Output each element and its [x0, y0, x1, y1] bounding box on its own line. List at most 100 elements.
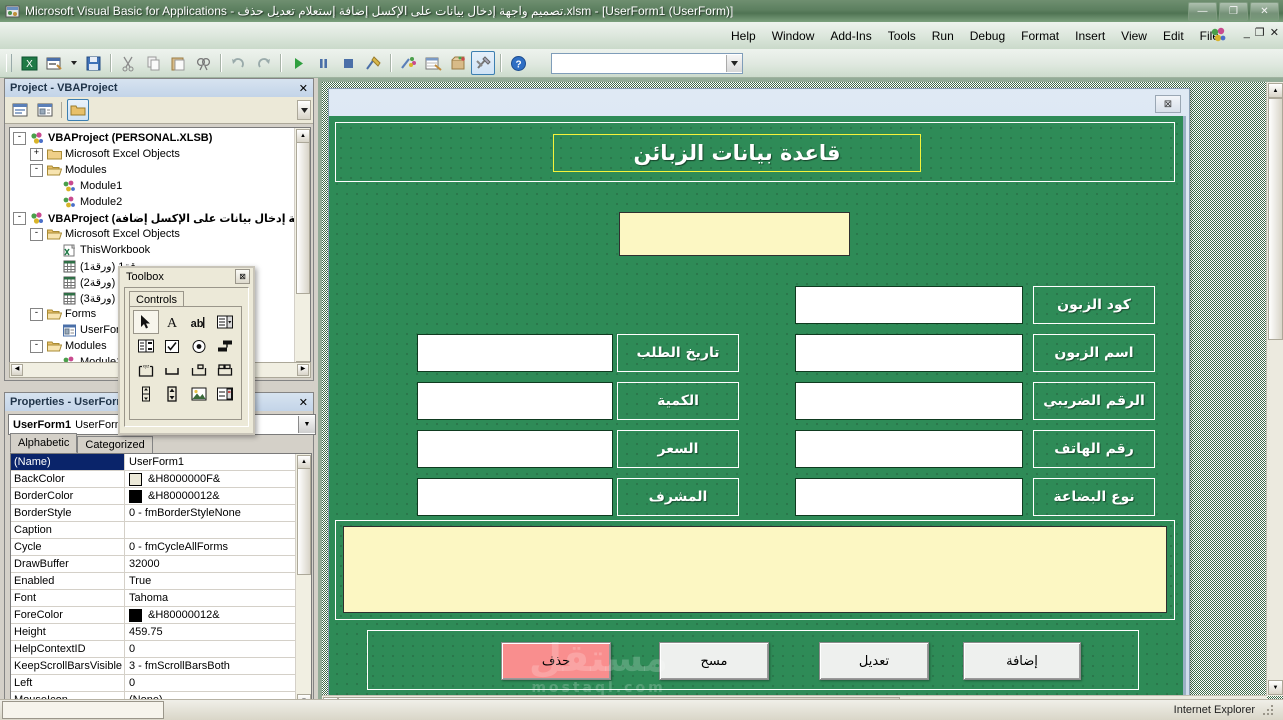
toolbox-icon[interactable] — [471, 51, 495, 75]
copy-icon[interactable] — [141, 51, 165, 75]
menu-window[interactable]: Window — [764, 26, 823, 46]
project-tree-node[interactable]: - VBAProject (تصميم واجهة إدخال بيانات عل… — [13, 210, 310, 226]
property-value[interactable]: 0 — [125, 675, 297, 691]
save-icon[interactable] — [81, 51, 105, 75]
property-value[interactable]: 3 - fmScrollBarsBoth — [125, 658, 297, 674]
tree-collapse-icon[interactable]: - — [30, 163, 43, 177]
listbox-tool[interactable] — [133, 334, 159, 358]
project-tree-node[interactable]: Module1 — [13, 178, 292, 194]
properties-scroll-up-icon[interactable]: ▲ — [297, 455, 311, 469]
tax-number-input[interactable] — [795, 382, 1023, 420]
phone-number-input[interactable] — [795, 430, 1023, 468]
delete-button[interactable]: حذف — [501, 642, 611, 680]
toolbar-combo[interactable] — [551, 52, 743, 74]
tabstrip-tool[interactable] — [186, 358, 212, 382]
taskbar-item-internet-explorer[interactable]: Internet Explorer — [1174, 704, 1255, 716]
tree-collapse-icon[interactable]: - — [13, 131, 26, 145]
notes-box[interactable] — [343, 526, 1167, 613]
frame-tool[interactable]: xyz — [133, 358, 159, 382]
mdi-close-button[interactable]: ✕ — [1270, 26, 1279, 39]
image-tool[interactable] — [186, 382, 212, 406]
multipage-tool[interactable] — [212, 358, 238, 382]
window-resize-grip[interactable] — [1261, 703, 1275, 717]
close-button[interactable]: ✕ — [1250, 2, 1279, 21]
scrollbar-tool[interactable] — [133, 382, 159, 406]
cut-icon[interactable] — [116, 51, 140, 75]
commandbutton-tool[interactable] — [159, 358, 185, 382]
tree-collapse-icon[interactable]: - — [30, 307, 43, 321]
mdi-restore-button[interactable]: ❐ — [1255, 26, 1265, 39]
property-row[interactable]: BackColor &H8000000F& — [11, 471, 297, 488]
project-tree-node[interactable]: - VBAProject (PERSONAL.XLSB) — [13, 130, 292, 146]
property-value[interactable]: 459.75 — [125, 624, 297, 640]
supervisor-input[interactable] — [417, 478, 613, 516]
toolbox-tab-controls[interactable]: Controls — [129, 291, 184, 307]
toolbar-combo-input[interactable] — [552, 54, 726, 72]
tree-collapse-icon[interactable]: - — [30, 227, 43, 241]
combobox-tool[interactable] — [212, 310, 238, 334]
undo-icon[interactable] — [226, 51, 250, 75]
menu-edit[interactable]: Edit — [1155, 26, 1192, 46]
add-button[interactable]: إضافة — [963, 642, 1081, 680]
properties-close-icon[interactable]: ✕ — [297, 396, 310, 409]
properties-scrollbar[interactable]: ▲ ▼ — [295, 454, 311, 709]
mdi-scroll-v-thumb[interactable] — [1268, 98, 1283, 340]
minimize-button[interactable]: — — [1188, 2, 1217, 21]
mdi-scroll-down-icon[interactable]: ▼ — [1268, 680, 1283, 695]
mdi-vertical-scrollbar[interactable]: ▲ ▼ — [1266, 82, 1283, 696]
spinbutton-tool[interactable] — [159, 382, 185, 406]
help-icon[interactable]: ? — [506, 51, 530, 75]
toolbar-grip[interactable] — [6, 54, 12, 72]
property-row[interactable]: Cycle 0 - fmCycleAllForms — [11, 539, 297, 556]
select-objects-tool[interactable] — [133, 310, 160, 334]
toolbar-combo-arrow-icon[interactable] — [726, 54, 742, 72]
checkbox-tool[interactable] — [159, 334, 185, 358]
project-tree-node[interactable]: + Microsoft Excel Objects — [13, 146, 292, 162]
project-tree-node[interactable]: ThisWorkbook — [13, 242, 292, 258]
property-value[interactable]: &H80000012& — [125, 607, 297, 623]
property-value[interactable]: UserForm1 — [125, 454, 297, 470]
property-row[interactable]: Enabled True — [11, 573, 297, 590]
run-icon[interactable] — [286, 51, 310, 75]
project-tree-node[interactable]: - Modules — [13, 162, 292, 178]
tab-alphabetic[interactable]: Alphabetic — [10, 433, 78, 453]
tree-expand-icon[interactable]: + — [30, 147, 43, 161]
menu-help[interactable]: Help — [723, 26, 764, 46]
property-value[interactable]: 32000 — [125, 556, 297, 572]
project-hscroll-left-icon[interactable]: ◀ — [11, 364, 23, 376]
mdi-minimize-button[interactable]: _ — [1244, 27, 1250, 39]
property-row[interactable]: KeepScrollBarsVisible 3 - fmScrollBarsBot… — [11, 658, 297, 675]
property-row[interactable]: HelpContextID 0 — [11, 641, 297, 658]
togglebutton-tool[interactable] — [212, 334, 238, 358]
paste-icon[interactable] — [166, 51, 190, 75]
customer-code-input[interactable] — [795, 286, 1023, 324]
properties-grid[interactable]: (Name) UserForm1 BackColor &H8000000F& Borde… — [10, 453, 312, 710]
optionbutton-tool[interactable] — [186, 334, 212, 358]
property-value[interactable]: 0 — [125, 641, 297, 657]
refedit-tool[interactable] — [212, 382, 238, 406]
property-row[interactable]: BorderStyle 0 - fmBorderStyleNone — [11, 505, 297, 522]
property-row[interactable]: Left 0 — [11, 675, 297, 692]
price-input[interactable] — [417, 430, 613, 468]
project-tree-node[interactable]: Module2 — [13, 194, 292, 210]
tree-collapse-icon[interactable]: - — [30, 339, 43, 353]
userform-window-close-icon[interactable]: ⊠ — [1155, 95, 1181, 113]
property-row[interactable]: Font Tahoma — [11, 590, 297, 607]
edit-button[interactable]: تعديل — [819, 642, 929, 680]
property-row[interactable]: BorderColor &H80000012& — [11, 488, 297, 505]
properties-scroll-thumb[interactable] — [297, 468, 311, 575]
object-browser-icon[interactable] — [446, 51, 470, 75]
mdi-scroll-up-icon[interactable]: ▲ — [1268, 83, 1283, 98]
textbox-tool[interactable]: ab — [186, 310, 212, 334]
menu-tools[interactable]: Tools — [880, 26, 924, 46]
status-message-box[interactable] — [619, 212, 850, 256]
property-value[interactable]: &H80000012& — [125, 488, 297, 504]
project-tree-scroll-thumb[interactable] — [296, 142, 310, 294]
property-row[interactable]: Height 459.75 — [11, 624, 297, 641]
project-explorer-close-icon[interactable]: ✕ — [297, 82, 310, 95]
goods-type-input[interactable] — [795, 478, 1023, 516]
property-value[interactable]: Tahoma — [125, 590, 297, 606]
property-value[interactable]: 0 - fmCycleAllForms — [125, 539, 297, 555]
property-row[interactable]: ForeColor &H80000012& — [11, 607, 297, 624]
property-value[interactable] — [125, 522, 297, 538]
